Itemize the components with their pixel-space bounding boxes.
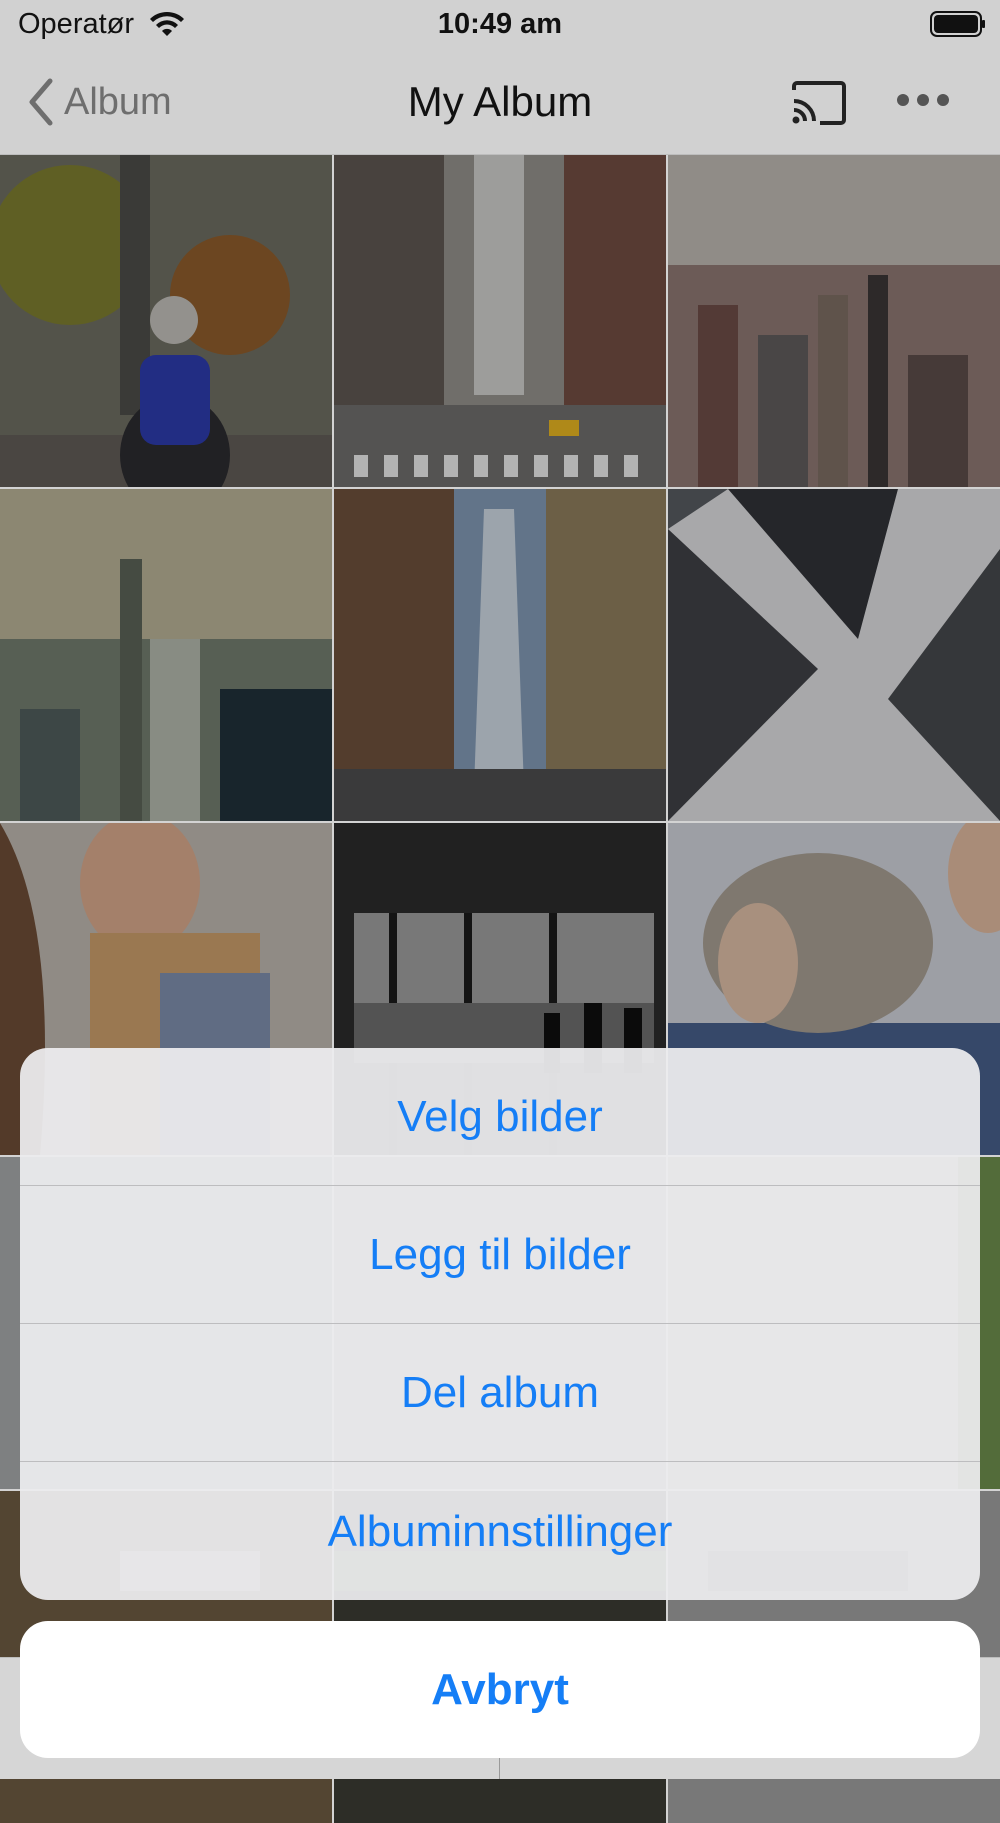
more-icon[interactable]: [895, 92, 951, 108]
album-settings-option[interactable]: Albuminnstillinger: [20, 1462, 980, 1600]
battery-icon: [930, 11, 985, 37]
cancel-button[interactable]: Avbryt: [20, 1621, 980, 1758]
status-bar: Operatør 10:49 am: [0, 0, 1000, 52]
add-photos-option[interactable]: Legg til bilder: [20, 1186, 980, 1324]
action-sheet: Velg bilder Legg til bilder Del album Al…: [20, 1048, 980, 1600]
select-photos-option[interactable]: Velg bilder: [20, 1048, 980, 1186]
photo-tile[interactable]: [0, 489, 332, 821]
nav-bar: Album My Album: [0, 52, 1000, 155]
share-album-option[interactable]: Del album: [20, 1324, 980, 1462]
photo-tile[interactable]: [668, 155, 1000, 487]
cast-icon[interactable]: [790, 80, 848, 126]
page-title: My Album: [407, 78, 593, 125]
photo-tile[interactable]: [0, 155, 332, 487]
clock: 10:49 am: [437, 8, 563, 40]
photo-tile[interactable]: [334, 489, 666, 821]
photo-tile[interactable]: [334, 155, 666, 487]
photo-tile[interactable]: [668, 489, 1000, 821]
